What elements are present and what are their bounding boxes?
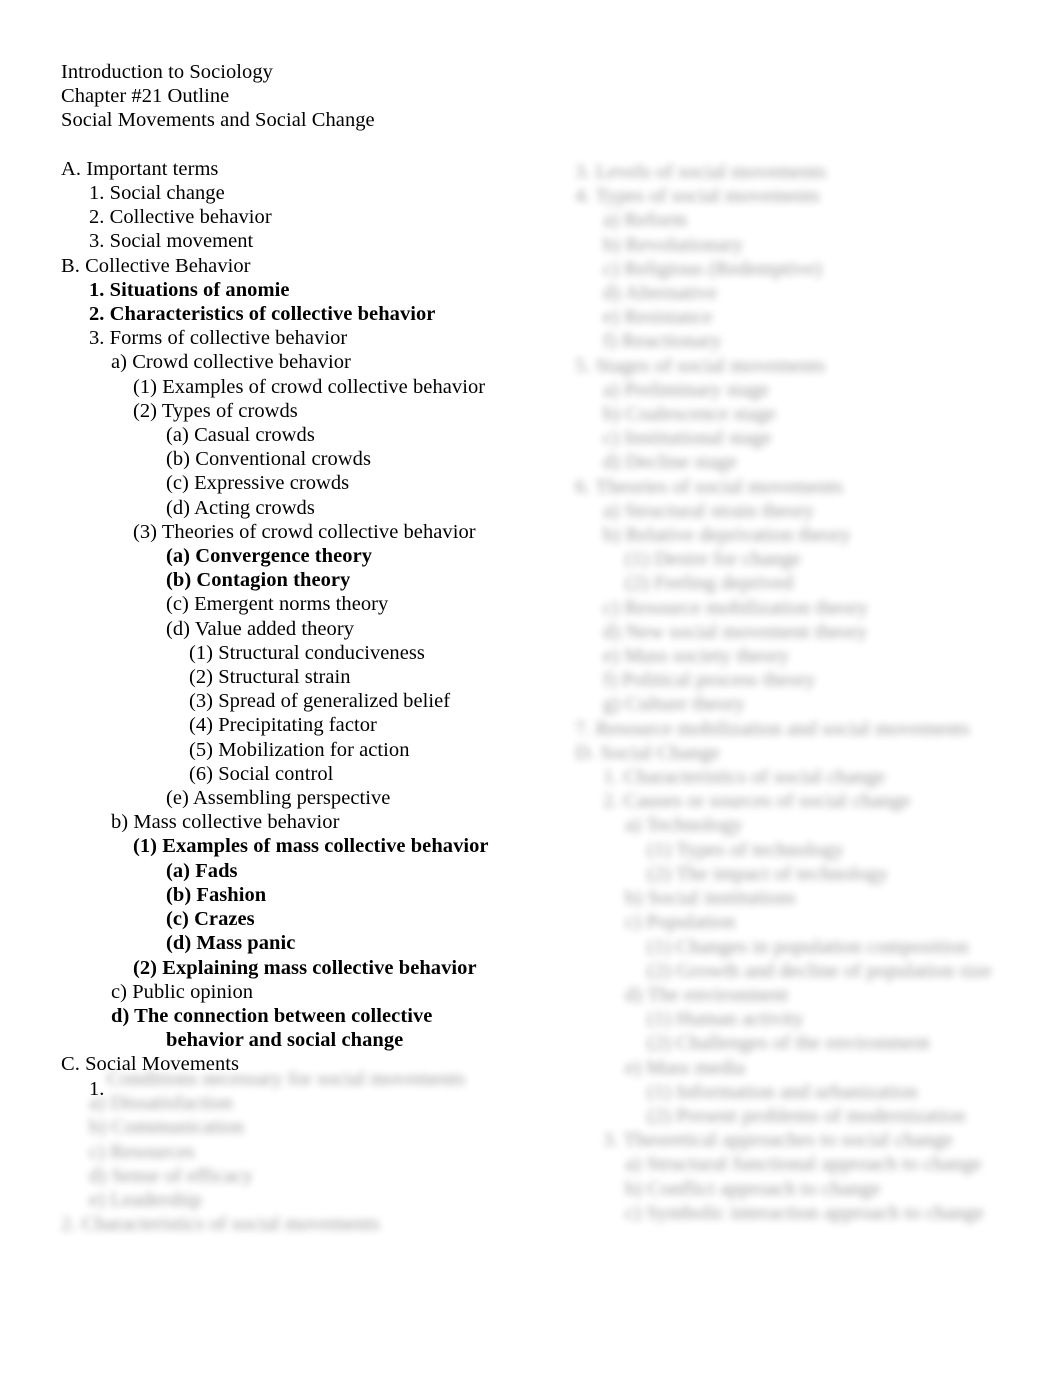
- outline-line: 1. Social change: [89, 182, 225, 204]
- outline-line: (1) Examples of crowd collective behavio…: [133, 375, 486, 398]
- outline-line: (1) Examples of mass collective behavior: [133, 835, 489, 858]
- redacted-right-column: 3. Levels of social movements 4. Types of…: [575, 160, 1035, 1225]
- outline-line: 2. Characteristics of collective behavio…: [89, 303, 436, 326]
- redacted-line: 7. Resource mobilization and social move…: [575, 717, 971, 740]
- redacted-line: (1) Human activity: [647, 1008, 804, 1031]
- redacted-line: d) Sense of efficacy: [89, 1164, 253, 1187]
- doc-course-title: Introduction to Sociology: [61, 61, 273, 83]
- outline-line: B. Collective Behavior: [61, 254, 251, 277]
- redacted-line: d) Decline stage: [603, 451, 737, 474]
- redacted-line: b) Communication: [89, 1116, 245, 1139]
- outline-line: 1.: [89, 1077, 105, 1100]
- outline-line: d) The connection between collective: [111, 1004, 433, 1027]
- outline-line: b) Mass collective behavior: [111, 811, 340, 834]
- redacted-line: 3. Levels of social movements: [575, 161, 827, 183]
- doc-subject-title: Social Movements and Social Change: [61, 109, 375, 132]
- redacted-line: c) Symbolic interaction approach to chan…: [625, 1201, 985, 1224]
- outline-line: (2) Explaining mass collective behavior: [133, 956, 477, 979]
- redacted-line: a) Reform: [603, 209, 688, 232]
- outline-line: (5) Mobilization for action: [189, 738, 410, 761]
- outline-line: (1) Structural conduciveness: [189, 641, 425, 664]
- redacted-right-column-list: 3. Levels of social movements 4. Types of…: [575, 160, 1035, 1225]
- redacted-line: a) Technology: [625, 814, 743, 837]
- redacted-line: c) Resource mobilization theory: [603, 596, 869, 619]
- outline-line: (b) Fashion: [166, 883, 267, 906]
- redacted-line: b) Relative deprivation theory: [603, 524, 851, 547]
- outline-line: (a) Fads: [166, 859, 238, 882]
- redacted-line: (1) Changes in population composition: [647, 935, 969, 958]
- outline-list: A. Important terms 1. Social change 2. Col…: [61, 157, 531, 1101]
- redacted-line: e) Resistance: [603, 306, 713, 329]
- outline-line: (2) Structural strain: [189, 666, 351, 689]
- document-page: Introduction to Sociology Chapter #21 Ou…: [0, 0, 1062, 1377]
- doc-chapter-title: Chapter #21 Outline: [61, 85, 230, 108]
- redacted-line: f) Reactionary: [603, 330, 722, 353]
- outline-line: (6) Social control: [189, 762, 334, 785]
- outline-line: (d) Value added theory: [166, 617, 355, 640]
- redacted-line: d) New social movement theory: [603, 620, 868, 643]
- redacted-line: (2) Feeling deprived: [625, 572, 794, 595]
- redacted-line: b) Coalescence stage: [603, 403, 776, 426]
- outline-line: (2) Types of crowds: [133, 399, 298, 422]
- redacted-line: c) Institutional stage: [603, 427, 772, 450]
- redacted-line: (1) Types of technology: [647, 838, 844, 861]
- outline-line: (3) Spread of generalized belief: [189, 690, 451, 713]
- redacted-line: (2) Challenges of the environment: [647, 1032, 930, 1055]
- redacted-line: e) Leadership: [89, 1189, 202, 1212]
- outline-line: (a) Casual crowds: [166, 424, 315, 447]
- outline-line: (c) Crazes: [166, 908, 255, 931]
- redacted-line: D. Social Change: [575, 741, 720, 764]
- redacted-line: c) Population: [625, 911, 736, 934]
- outline-line: 2. Collective behavior: [89, 206, 272, 229]
- outline-body: Introduction to Sociology Chapter #21 Ou…: [61, 60, 531, 1101]
- outline-line: (e) Assembling perspective: [166, 787, 391, 810]
- outline-line: 3. Social movement: [89, 230, 254, 253]
- outline-line: A. Important terms: [61, 157, 219, 180]
- redacted-line: c) Resources: [89, 1140, 195, 1163]
- redacted-line: (2) The impact of technology: [647, 862, 889, 885]
- redacted-line: (2) Present problems of modernization: [647, 1104, 966, 1127]
- redacted-line: b) Social institutions: [625, 887, 796, 910]
- outline-line: (d) Mass panic: [166, 932, 296, 955]
- redacted-line: g) Culture theory: [603, 693, 746, 716]
- outline-line: 1. Situations of anomie: [89, 278, 290, 301]
- outline-line: (c) Emergent norms theory: [166, 593, 389, 616]
- redacted-line: 2. Characteristics of social movements: [61, 1213, 380, 1236]
- outline-line: 3. Forms of collective behavior: [89, 327, 348, 350]
- outline-line: (4) Precipitating factor: [189, 714, 377, 737]
- redacted-line: a) Structural functional approach to cha…: [625, 1153, 982, 1176]
- redacted-line: b) Revolutionary: [603, 233, 744, 256]
- outline-line: a) Crowd collective behavior: [111, 351, 351, 374]
- redacted-line: (1) Desire for change: [625, 548, 801, 571]
- redacted-line: d) Alternative: [603, 282, 717, 305]
- redacted-line: f) Political process theory: [603, 669, 816, 692]
- redacted-line: b) Conflict approach to change: [625, 1177, 881, 1200]
- redacted-line: 3. Theoretical approaches to social chan…: [603, 1129, 954, 1152]
- outline-line: c) Public opinion: [111, 980, 254, 1003]
- redacted-line: (1) Information and urbanization: [647, 1080, 918, 1103]
- outline-line: (b) Conventional crowds: [166, 448, 371, 471]
- redacted-line: 1. Characteristics of social change: [603, 766, 886, 789]
- redacted-line: 2. Causes or sources of social change: [603, 790, 911, 813]
- outline-line: behavior and social change: [166, 1029, 404, 1052]
- outline-line: (c) Expressive crowds: [166, 472, 350, 495]
- redacted-line: c) Religious (Redemptive): [603, 257, 822, 280]
- outline-line: (3) Theories of crowd collective behavio…: [133, 520, 476, 543]
- outline-line: (d) Acting crowds: [166, 496, 315, 519]
- outline-line: (a) Convergence theory: [166, 545, 373, 568]
- redacted-line: 4. Types of social movements: [575, 185, 820, 208]
- outline-line: (b) Contagion theory: [166, 569, 351, 592]
- redacted-line: d) The environment: [625, 983, 789, 1006]
- redacted-line: e) Mass media: [625, 1056, 746, 1079]
- redacted-line: (2) Growth and decline of population siz…: [647, 959, 992, 982]
- redacted-line: 5. Stages of social movements: [575, 354, 826, 377]
- redacted-line: a) Structural strain theory: [603, 499, 815, 522]
- redacted-line: e) Mass society theory: [603, 645, 790, 668]
- redacted-line: 6. Theories of social movements: [575, 475, 844, 498]
- redacted-line: a) Preliminary stage: [603, 378, 770, 401]
- outline-line: C. Social Movements: [61, 1053, 240, 1076]
